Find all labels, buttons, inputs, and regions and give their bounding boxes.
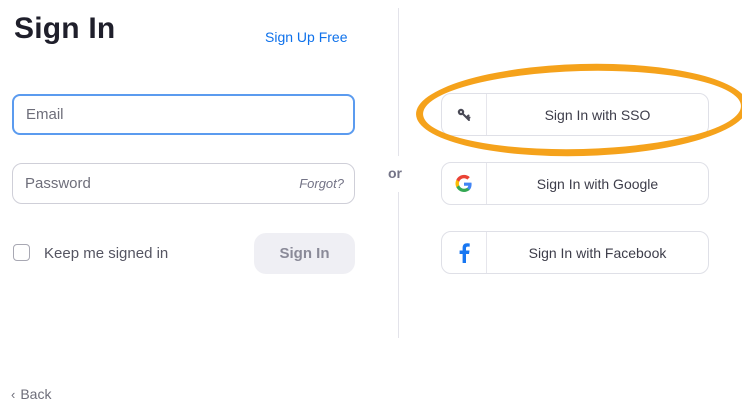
vertical-divider-top bbox=[398, 8, 399, 156]
sign-up-free-link[interactable]: Sign Up Free bbox=[265, 29, 347, 45]
facebook-icon bbox=[442, 232, 487, 273]
keep-signed-in-label[interactable]: Keep me signed in bbox=[44, 245, 168, 262]
back-link-label: Back bbox=[20, 386, 52, 402]
key-icon bbox=[442, 94, 487, 135]
or-separator: or bbox=[388, 165, 402, 181]
sso-button-label: Sign In with SSO bbox=[544, 106, 651, 123]
page-title: Sign In bbox=[14, 12, 116, 45]
email-field[interactable] bbox=[12, 94, 355, 135]
google-icon bbox=[442, 163, 487, 204]
sign-in-with-sso-button[interactable]: Sign In with SSO bbox=[441, 93, 709, 136]
keep-signed-in-checkbox[interactable] bbox=[13, 244, 30, 261]
google-button-label: Sign In with Google bbox=[536, 175, 659, 192]
password-input[interactable] bbox=[25, 175, 342, 192]
back-link[interactable]: ‹ Back bbox=[11, 386, 51, 402]
sign-in-button[interactable]: Sign In bbox=[254, 233, 355, 274]
chevron-left-icon: ‹ bbox=[11, 387, 16, 402]
email-input[interactable] bbox=[26, 106, 341, 123]
forgot-password-link[interactable]: Forgot? bbox=[299, 176, 344, 191]
password-field[interactable]: Forgot? bbox=[12, 163, 355, 204]
facebook-button-label: Sign In with Facebook bbox=[528, 244, 667, 261]
vertical-divider-bottom bbox=[398, 192, 399, 338]
sign-in-with-google-button[interactable]: Sign In with Google bbox=[441, 162, 709, 205]
sign-in-with-facebook-button[interactable]: Sign In with Facebook bbox=[441, 231, 709, 274]
